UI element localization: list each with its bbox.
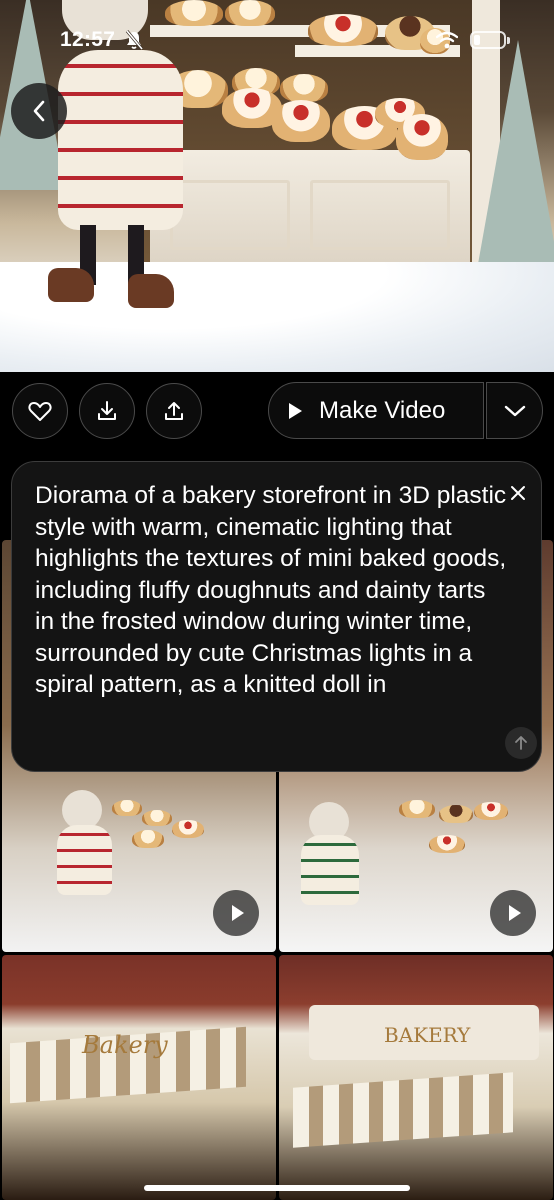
prompt-text: Diorama of a bakery storefront in 3D pla… <box>35 482 507 698</box>
download-button[interactable] <box>79 383 135 439</box>
heart-icon <box>28 402 52 421</box>
play-icon <box>289 402 302 419</box>
result-thumbnail[interactable]: BAKERY <box>279 955 553 1200</box>
scroll-up-button[interactable] <box>505 727 537 759</box>
bakery-sign-text: BAKERY <box>384 1023 471 1047</box>
bakery-sign-text: Bakery <box>82 1031 168 1059</box>
battery-icon <box>470 31 510 49</box>
like-button[interactable] <box>12 383 68 439</box>
prompt-popover: Diorama of a bakery storefront in 3D pla… <box>11 461 542 772</box>
chevron-down-icon <box>504 405 525 416</box>
play-video-button[interactable] <box>213 890 259 936</box>
share-button[interactable] <box>146 383 202 439</box>
make-video-label: Make Video <box>319 396 446 424</box>
share-icon <box>165 402 183 420</box>
result-thumbnail[interactable]: Bakery <box>2 955 276 1200</box>
download-icon <box>98 401 116 420</box>
play-video-button[interactable] <box>490 890 536 936</box>
make-video-button[interactable]: Make Video <box>268 382 484 439</box>
status-bar: 12:57 <box>0 28 554 56</box>
chevron-left-icon <box>33 100 45 122</box>
close-icon[interactable] <box>509 484 527 502</box>
back-button[interactable] <box>11 83 67 139</box>
play-icon <box>509 905 521 921</box>
status-time: 12:57 <box>60 28 116 51</box>
arrow-up-icon <box>515 736 527 750</box>
play-icon <box>232 905 244 921</box>
make-video-dropdown-button[interactable] <box>486 382 543 439</box>
wifi-icon <box>436 31 458 49</box>
bell-muted-icon <box>125 30 143 50</box>
knitted-doll <box>58 50 183 230</box>
home-indicator[interactable] <box>144 1185 410 1191</box>
